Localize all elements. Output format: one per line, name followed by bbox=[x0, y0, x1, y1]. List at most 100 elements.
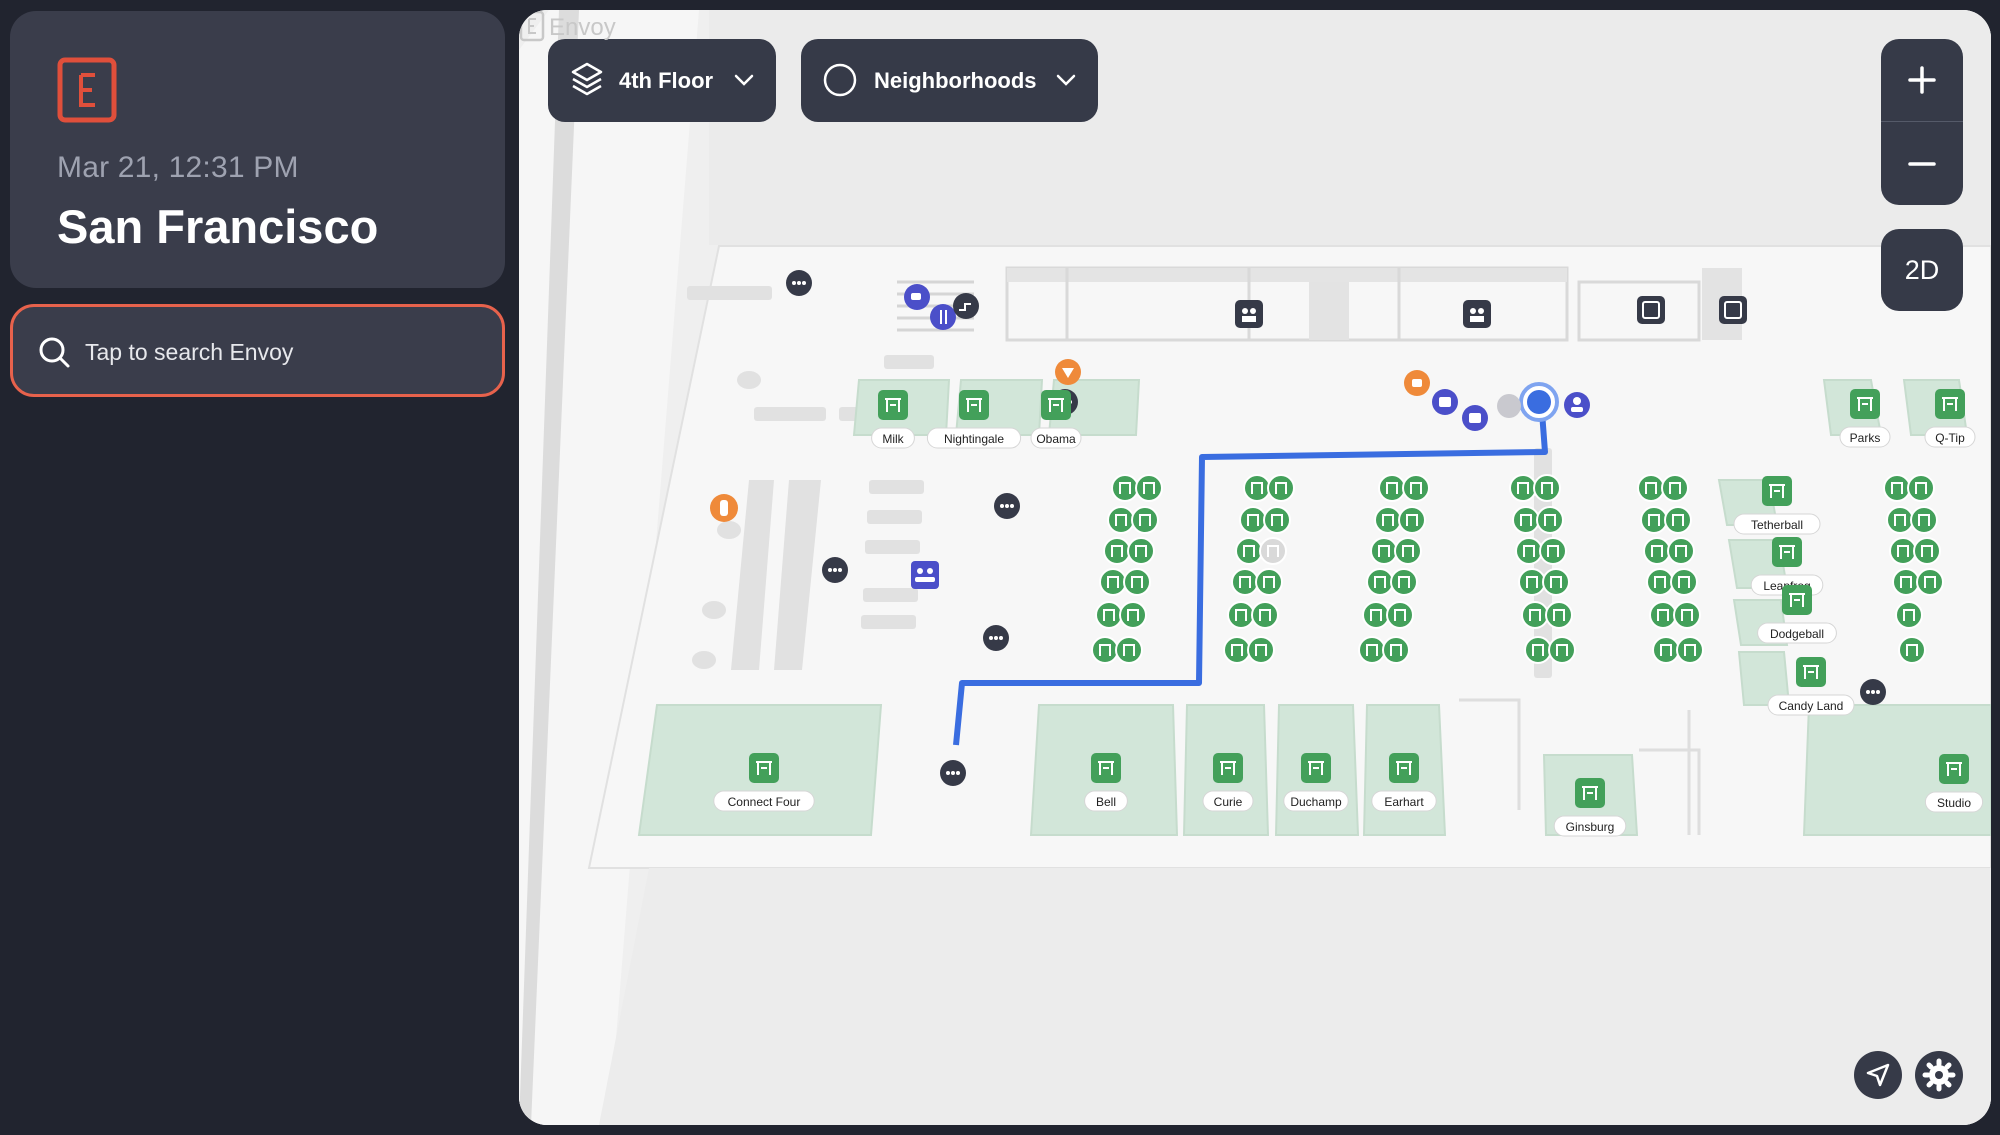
desk-marker bbox=[1119, 601, 1147, 629]
desk-marker bbox=[1370, 537, 1398, 565]
floor-selector[interactable]: 4th Floor bbox=[548, 39, 776, 122]
desk-marker bbox=[1382, 636, 1410, 664]
desk-marker bbox=[1243, 474, 1271, 502]
desk-marker bbox=[1239, 506, 1267, 534]
envoy-watermark: Envoy bbox=[519, 10, 616, 42]
desk-marker bbox=[1111, 474, 1139, 502]
desk-marker bbox=[1251, 601, 1279, 629]
desk-marker bbox=[1670, 568, 1698, 596]
room-label: Candy Land bbox=[1779, 699, 1844, 713]
desk-marker bbox=[1521, 601, 1549, 629]
room-label: Earhart bbox=[1384, 795, 1424, 809]
settings-button[interactable] bbox=[1915, 1051, 1963, 1099]
desk-marker bbox=[1895, 601, 1923, 629]
room-label: Curie bbox=[1214, 795, 1243, 809]
layers-icon bbox=[571, 62, 603, 96]
desk-marker bbox=[1542, 568, 1570, 596]
desk-marker bbox=[1394, 537, 1422, 565]
room-label: Nightingale bbox=[944, 432, 1004, 446]
room-label: Dodgeball bbox=[1770, 627, 1824, 641]
room-label: Obama bbox=[1036, 432, 1076, 446]
desk-marker bbox=[1548, 636, 1576, 664]
envoy-logo-icon bbox=[57, 57, 117, 123]
sidebar: Mar 21, 12:31 PM San Francisco Tap to se… bbox=[0, 0, 515, 1135]
desk-marker bbox=[1643, 537, 1671, 565]
neighborhood-selector[interactable]: Neighborhoods bbox=[801, 39, 1098, 122]
desk-marker bbox=[1115, 636, 1143, 664]
desk-marker bbox=[1366, 568, 1394, 596]
desk-marker bbox=[1916, 568, 1944, 596]
desk-marker bbox=[1095, 601, 1123, 629]
desk-marker bbox=[1386, 601, 1414, 629]
desk-marker bbox=[1664, 506, 1692, 534]
desk-marker bbox=[1673, 601, 1701, 629]
navigation-arrow-icon bbox=[1866, 1063, 1890, 1087]
current-datetime: Mar 21, 12:31 PM bbox=[57, 151, 299, 184]
desk-marker bbox=[1509, 474, 1537, 502]
desk-marker bbox=[1637, 474, 1665, 502]
desk-marker bbox=[1515, 537, 1543, 565]
desk-marker bbox=[1649, 601, 1677, 629]
room-label: Ginsburg bbox=[1566, 820, 1615, 834]
desk-marker bbox=[1910, 506, 1938, 534]
zoom-in-button[interactable] bbox=[1881, 39, 1963, 121]
desk-marker bbox=[1676, 636, 1704, 664]
desk-marker bbox=[1518, 568, 1546, 596]
desk-marker bbox=[1267, 474, 1295, 502]
view-mode-toggle[interactable]: 2D bbox=[1881, 229, 1963, 311]
desk-marker bbox=[1223, 636, 1251, 664]
desk-marker bbox=[1512, 506, 1540, 534]
desk-marker bbox=[1227, 601, 1255, 629]
search-placeholder: Tap to search Envoy bbox=[85, 339, 294, 365]
desk-marker bbox=[1892, 568, 1920, 596]
desk-marker bbox=[1259, 537, 1287, 565]
location-name: San Francisco bbox=[57, 200, 379, 253]
room-label: Tetherball bbox=[1751, 518, 1803, 532]
room-label: Bell bbox=[1096, 795, 1116, 809]
room-label: Milk bbox=[882, 432, 904, 446]
zoom-divider bbox=[1881, 121, 1963, 122]
desk-marker bbox=[1545, 601, 1573, 629]
desk-marker bbox=[1263, 506, 1291, 534]
desk-marker bbox=[1099, 568, 1127, 596]
zoom-out-button[interactable] bbox=[1881, 123, 1963, 205]
chevron-down-icon bbox=[734, 74, 754, 86]
room-label: Parks bbox=[1850, 431, 1881, 445]
desk-marker bbox=[1131, 506, 1159, 534]
room-label: Studio bbox=[1937, 796, 1971, 810]
desk-marker bbox=[1898, 636, 1926, 664]
desk-marker bbox=[1646, 568, 1674, 596]
desk-marker bbox=[1640, 506, 1668, 534]
gear-icon bbox=[1922, 1058, 1956, 1092]
neighborhood-label: Neighborhoods bbox=[874, 68, 1037, 93]
zoom-controls bbox=[1881, 39, 1963, 205]
desk-marker bbox=[1913, 537, 1941, 565]
room-label: Connect Four bbox=[728, 795, 801, 809]
room-label: Duchamp bbox=[1290, 795, 1342, 809]
desk-marker bbox=[1402, 474, 1430, 502]
desk-marker bbox=[1091, 636, 1119, 664]
desk-marker bbox=[1390, 568, 1418, 596]
desk-marker bbox=[1135, 474, 1163, 502]
desk-marker bbox=[1883, 474, 1911, 502]
search-icon bbox=[39, 337, 70, 368]
search-bar[interactable]: Tap to search Envoy bbox=[10, 304, 505, 397]
watermark-text: Envoy bbox=[549, 14, 616, 41]
desk-marker bbox=[1533, 474, 1561, 502]
desk-marker bbox=[1907, 474, 1935, 502]
desk-marker bbox=[1667, 537, 1695, 565]
desk-marker bbox=[1235, 537, 1263, 565]
floor-map[interactable]: Milk Nightingale Obama Parks Q-Tip Tetherball… bbox=[519, 10, 1991, 1125]
desk-marker bbox=[1398, 506, 1426, 534]
desk-marker bbox=[1247, 636, 1275, 664]
desk-marker bbox=[1358, 636, 1386, 664]
desk-marker bbox=[1378, 474, 1406, 502]
location-card: Mar 21, 12:31 PM San Francisco bbox=[10, 11, 505, 288]
desk-marker bbox=[1103, 537, 1131, 565]
desk-marker bbox=[1123, 568, 1151, 596]
desk-marker bbox=[1107, 506, 1135, 534]
map-canvas[interactable]: Milk Nightingale Obama Parks Q-Tip Tetherball… bbox=[519, 10, 1991, 1125]
chevron-down-icon bbox=[1056, 74, 1076, 86]
navigate-button[interactable] bbox=[1854, 1051, 1902, 1099]
desk-marker bbox=[1652, 636, 1680, 664]
